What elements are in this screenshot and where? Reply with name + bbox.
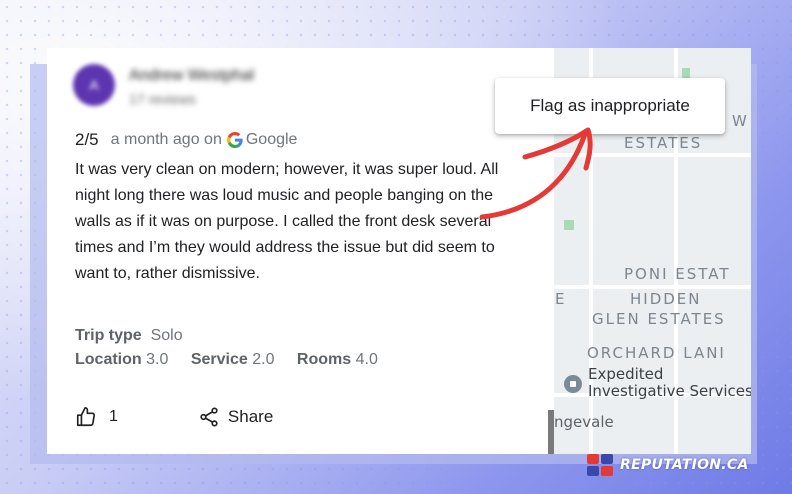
rating-value: 4.0 <box>355 351 378 368</box>
category-ratings: Location 3.0 Service 2.0 Rooms 4.0 <box>75 351 396 369</box>
map-park <box>682 68 690 78</box>
red-arrow-annotation <box>479 127 593 220</box>
rating-label: Service <box>190 351 248 368</box>
avatar[interactable]: A <box>73 64 115 106</box>
poi-line: Expedited <box>588 365 664 383</box>
map-label: ORCHARD LANI <box>587 344 726 362</box>
review-panel: A Andrew Westphal 17 reviews 2/5 a month… <box>47 48 554 454</box>
share-label: Share <box>227 407 274 426</box>
author-review-count: 17 reviews <box>129 91 196 107</box>
review-text: It was very clean on modern; however, it… <box>75 161 499 282</box>
rating-score: 2/5 <box>75 130 99 149</box>
map-label: W <box>732 112 749 130</box>
map-label: ESTATES <box>624 134 703 152</box>
poi-label[interactable]: Expedited Investigative Services <box>588 366 751 400</box>
rating-label: Rooms <box>296 351 352 368</box>
trip-type-row: Trip type Solo <box>75 327 183 345</box>
author-name[interactable]: Andrew Westphal <box>129 67 254 85</box>
like-count: 1 <box>109 408 118 425</box>
rating-row: 2/5 a month ago on Google <box>75 130 297 150</box>
like-button[interactable]: 1 <box>75 406 118 428</box>
map-road <box>554 285 751 289</box>
poi-line: Investigative Services <box>588 382 751 400</box>
flag-label: Flag as inappropriate <box>530 96 690 115</box>
map-label: GLEN ESTATES <box>592 310 726 328</box>
brand-name: REPUTATION.CA <box>620 457 749 473</box>
map-label: PONI ESTAT <box>624 265 731 283</box>
scrollbar[interactable] <box>548 410 554 454</box>
thumbs-up-icon <box>76 407 96 427</box>
trip-type-value: Solo <box>150 327 183 344</box>
review-source: Google <box>245 131 298 148</box>
share-button[interactable]: Share <box>198 406 273 428</box>
share-icon <box>200 407 218 427</box>
building-pin-icon[interactable] <box>564 375 582 393</box>
place-label: ngevale <box>554 413 614 431</box>
map-label: HIDDEN <box>630 290 702 308</box>
rating-label: Location <box>75 351 142 368</box>
google-g-icon <box>226 132 243 148</box>
review-time: a month ago on <box>110 131 222 148</box>
brand-logo: REPUTATION.CA <box>586 452 749 478</box>
map-label: E <box>555 290 567 308</box>
review-actions: 1 Share <box>75 406 273 428</box>
rating-value: 3.0 <box>146 351 169 368</box>
reputation-logo-icon <box>587 454 613 476</box>
rating-value: 2.0 <box>252 351 275 368</box>
trip-type-label: Trip type <box>75 327 142 344</box>
